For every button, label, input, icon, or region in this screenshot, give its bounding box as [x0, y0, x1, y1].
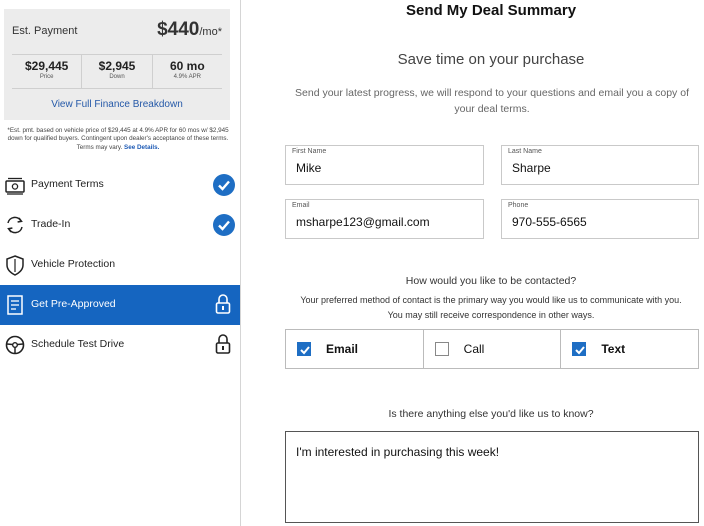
step-payment-terms[interactable]: Payment Terms [0, 165, 240, 205]
phone-field[interactable]: Phone 970-555-6565 [501, 199, 699, 239]
steering-wheel-icon [5, 335, 25, 355]
contact-method-call[interactable]: Call [424, 330, 562, 368]
phone-label: Phone [508, 202, 529, 209]
anything-else-question: Is there anything else you'd like us to … [388, 408, 594, 420]
step-label: Payment Terms [31, 178, 104, 190]
lock-icon [215, 294, 231, 314]
step-label: Schedule Test Drive [31, 338, 125, 350]
form-subtitle: Save time on your purchase [397, 51, 585, 68]
first-name-label: First Name [292, 148, 327, 155]
payment-details-row: $29,445 Price $2,945 Down 60 mo 4.9% APR [12, 54, 222, 89]
first-name-value: Mike [296, 161, 322, 175]
email-label: Email [292, 202, 310, 209]
step-vehicle-protection[interactable]: Vehicle Protection [0, 245, 240, 285]
contact-note-line2: You may still receive correspondence in … [387, 310, 595, 320]
phone-value: 970-555-6565 [512, 215, 587, 229]
checkbox-unchecked-icon[interactable] [434, 342, 449, 356]
email-field[interactable]: Email msharpe123@gmail.com [285, 199, 484, 239]
step-label: Get Pre-Approved [31, 298, 116, 310]
email-value: msharpe123@gmail.com [296, 215, 430, 229]
est-payment-amount: $440/mo* [157, 19, 222, 41]
first-name-field[interactable]: First Name Mike [285, 145, 484, 185]
form-intro: Send your latest progress, we will respo… [295, 87, 689, 115]
checkbox-checked-icon[interactable] [572, 342, 587, 356]
down-label: Down [109, 74, 125, 80]
document-icon [7, 295, 23, 315]
term-value: 60 mo [169, 59, 205, 73]
est-payment-label: Est. Payment [12, 25, 78, 37]
contact-question: How would you like to be contacted? [405, 275, 577, 287]
sidebar: Est. Payment $440/mo* $29,445 Price $2,9… [0, 0, 241, 526]
step-schedule-test-drive[interactable]: Schedule Test Drive [0, 325, 240, 365]
amount-value: $440 [157, 19, 200, 40]
down-value: $2,945 [98, 59, 136, 73]
amount-suffix: /mo* [199, 26, 222, 38]
down-cell: $2,945 Down [82, 55, 153, 88]
checkbox-checked-icon[interactable] [297, 342, 311, 356]
message-value: I'm interested in purchasing this week! [296, 445, 500, 459]
price-cell: $29,445 Price [12, 55, 83, 88]
money-icon [5, 177, 25, 195]
price-value: $29,445 [24, 59, 69, 73]
check-circle-icon [213, 174, 235, 196]
contact-method-label: Text [601, 342, 626, 356]
lock-icon [215, 334, 231, 354]
contact-method-text[interactable]: Text [561, 330, 698, 368]
last-name-field[interactable]: Last Name Sharpe [501, 145, 699, 185]
term-label: 4.9% APR [173, 74, 201, 80]
contact-method-label: Call [463, 342, 485, 356]
check-circle-icon [213, 214, 235, 236]
price-label: Price [39, 74, 54, 80]
step-label: Vehicle Protection [31, 258, 116, 270]
step-get-pre-approved[interactable]: Get Pre-Approved [0, 285, 240, 325]
view-finance-breakdown-link[interactable]: View Full Finance Breakdown [4, 99, 230, 110]
contact-method-label: Email [326, 342, 359, 356]
payment-disclaimer: *Est. pmt. based on vehicle price of $29… [6, 127, 230, 152]
step-label: Trade-In [31, 218, 71, 230]
page-title: Send My Deal Summary [405, 2, 577, 19]
shield-icon [6, 255, 24, 276]
last-name-label: Last Name [508, 148, 542, 155]
step-trade-in[interactable]: Trade-In [0, 205, 240, 245]
message-textarea[interactable]: I'm interested in purchasing this week! [285, 431, 699, 523]
contact-method-email[interactable]: Email [286, 330, 424, 368]
term-cell: 60 mo 4.9% APR [153, 55, 222, 88]
contact-note-line1: Your preferred method of contact is the … [300, 295, 682, 305]
contact-method-group: Email Call Text [285, 329, 699, 369]
see-details-link[interactable]: See Details. [124, 144, 159, 151]
payment-summary-card: Est. Payment $440/mo* $29,445 Price $2,9… [4, 9, 230, 120]
disclaimer-text: *Est. pmt. based on vehicle price of $29… [7, 127, 229, 151]
last-name-value: Sharpe [512, 161, 551, 175]
trade-arrows-icon [7, 216, 23, 234]
